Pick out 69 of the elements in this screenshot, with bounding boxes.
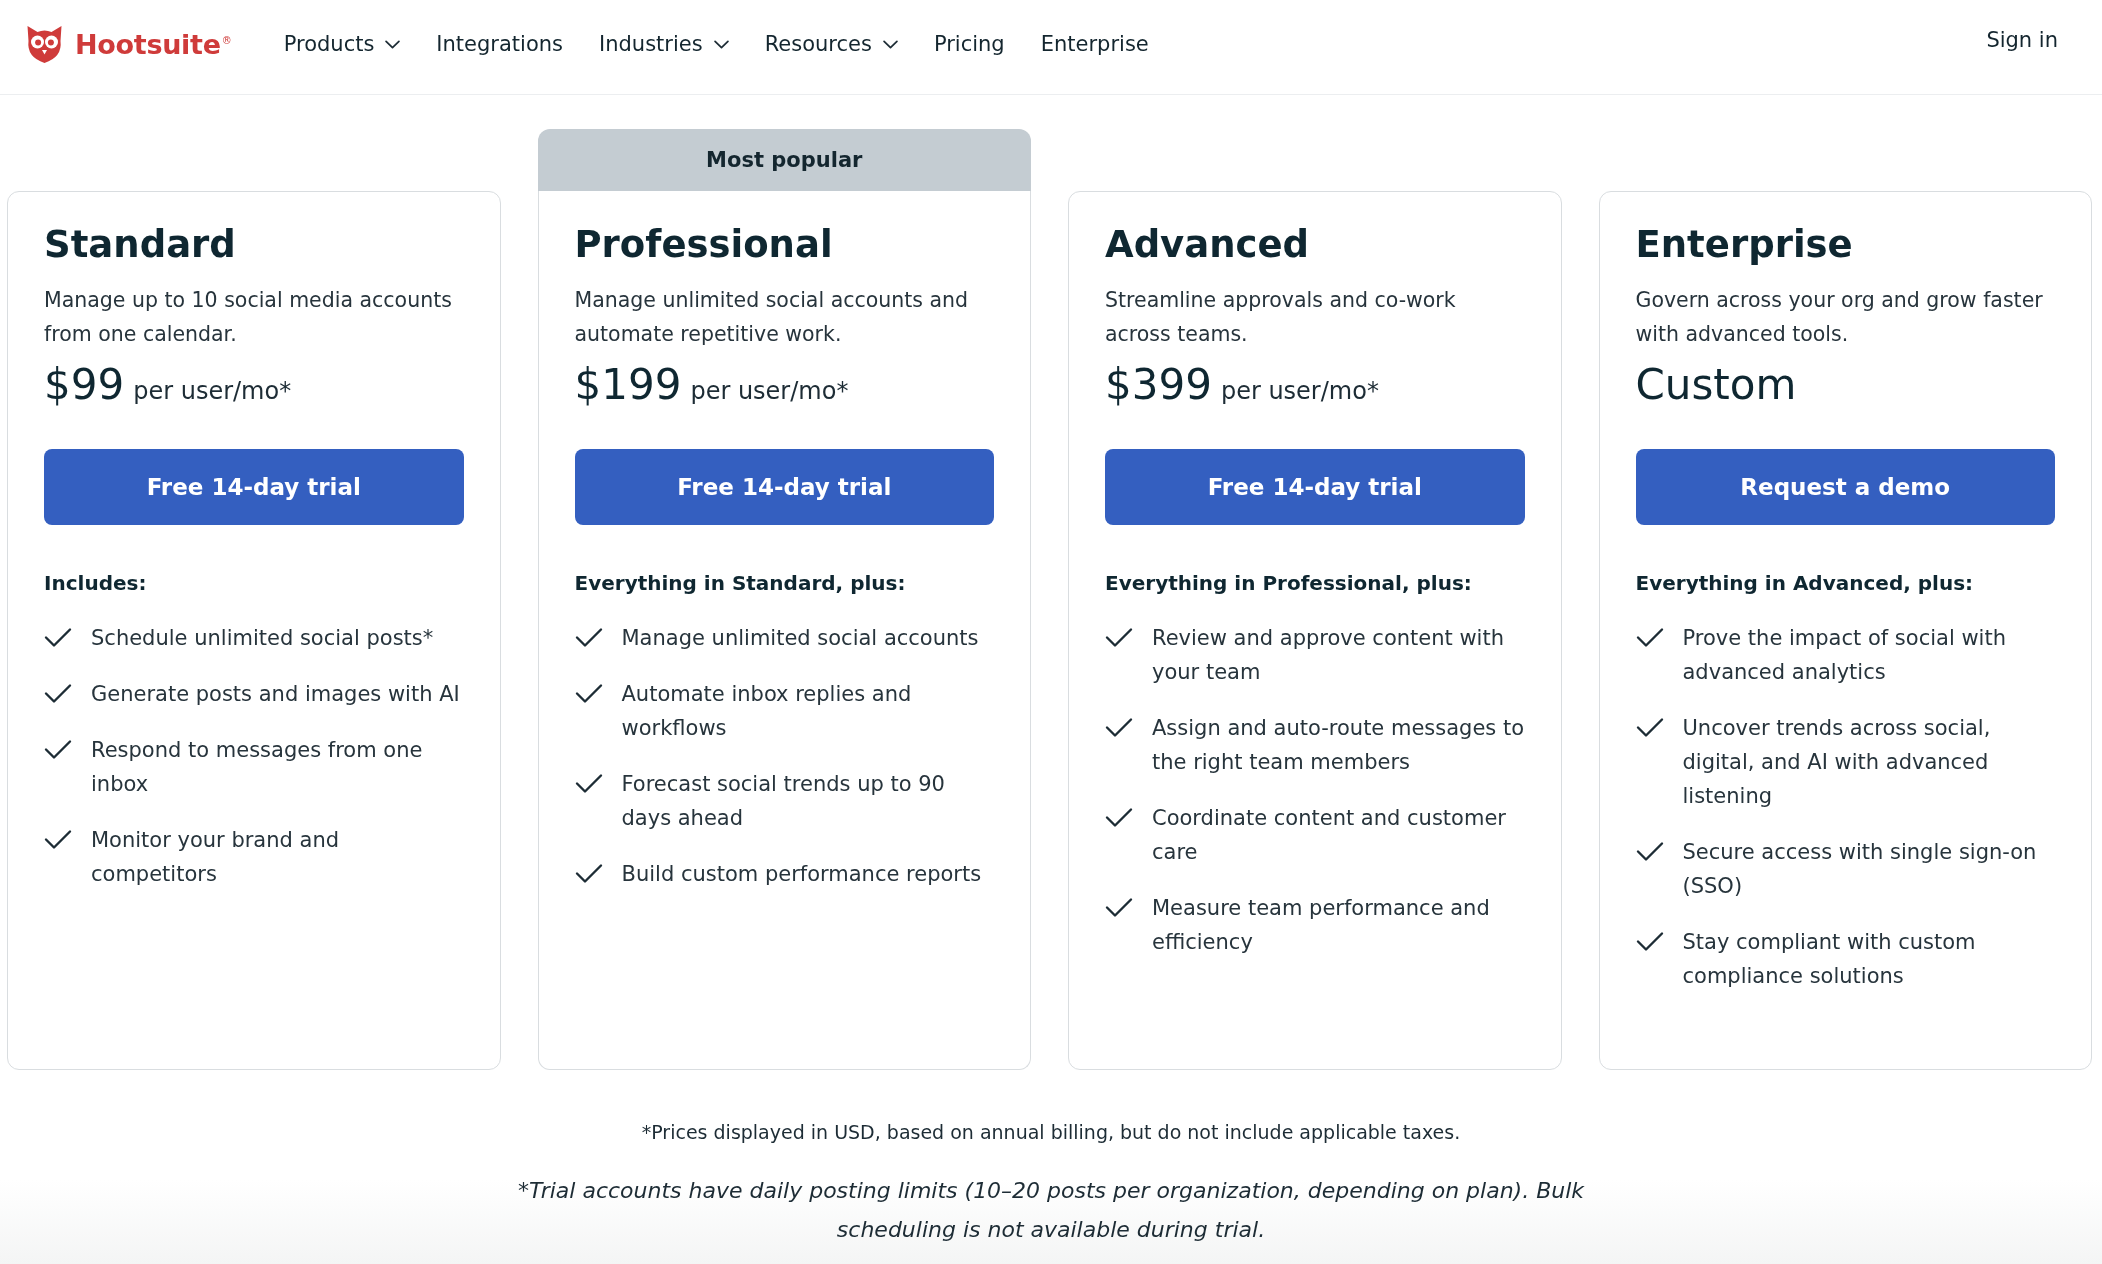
checkmark-icon (1105, 717, 1133, 738)
checkmark-icon (574, 683, 603, 704)
feature-text: Monitor your brand and competitors (91, 827, 341, 888)
cta-button[interactable]: Free 14-day trial (44, 449, 464, 525)
feature-text: Forecast social trends up to 90 days ahead (621, 771, 946, 832)
chevron-down-icon (385, 39, 401, 49)
plan-description: Manage unlimited social accounts and automate repetitive work. (574, 287, 970, 348)
feature-text: Measure team performance and efficiency (1152, 895, 1491, 956)
checkmark-icon (44, 829, 72, 850)
checkmark-icon (1105, 807, 1133, 828)
price-unit: per user/mo* (1220, 376, 1379, 407)
feature-text: Build custom performance reports (621, 861, 983, 888)
checkmark-icon (574, 773, 603, 794)
cta-button[interactable]: Request a demo (1635, 449, 2055, 525)
checkmark-icon (1105, 897, 1133, 918)
feature-text: Stay compliant with custom compliance solutions (1682, 929, 1977, 990)
checkmark-icon (1105, 627, 1133, 648)
feature-text: Schedule unlimited social posts* (91, 625, 435, 652)
feature-text: Uncover trends across social, digital, and AI with advanced listening (1682, 715, 1992, 810)
popular-badge: Most popular (537, 129, 1031, 191)
cta-button[interactable]: Free 14-day trial (1105, 449, 1525, 525)
features-heading: Includes: (44, 570, 148, 597)
nav-link[interactable]: Enterprise (1040, 32, 1149, 56)
checkmark-icon (44, 739, 72, 760)
nav-link[interactable]: Pricing (933, 32, 1005, 56)
chevron-down-icon (713, 39, 729, 49)
feature-text: Review and approve content with your team (1152, 625, 1505, 686)
nav-link[interactable]: Resources (764, 32, 898, 56)
feature-text: Manage unlimited social accounts (621, 625, 980, 652)
feature-text: Prove the impact of social with advanced analytics (1682, 625, 2007, 686)
features-heading: Everything in Advanced, plus: (1635, 570, 1975, 597)
chevron-down-icon (882, 39, 898, 49)
checkmark-icon (1635, 627, 1664, 648)
checkmark-icon (44, 627, 72, 648)
nav-link[interactable]: Integrations (436, 32, 563, 56)
logo[interactable]: Hootsuite® (24, 23, 232, 65)
checkmark-icon (574, 863, 603, 884)
feature-text: Assign and auto-route messages to the right team members (1152, 715, 1525, 776)
plan-name: Standard (44, 222, 237, 268)
checkmark-icon (1635, 717, 1664, 738)
checkmark-icon (44, 683, 72, 704)
price-amount: $399 (1105, 359, 1212, 411)
feature-text: Coordinate content and customer care (1152, 805, 1507, 866)
sign-in-link[interactable]: Sign in (1986, 28, 2058, 52)
feature-text: Respond to messages from one inbox (91, 737, 424, 798)
plan-description: Streamline approvals and co-work across teams. (1105, 287, 1457, 348)
feature-text: Secure access with single sign-on (SSO) (1682, 839, 2038, 900)
price-amount: Custom (1635, 359, 1797, 411)
price-amount: $199 (574, 359, 682, 411)
price-note: *Prices displayed in USD, based on annual billing, but do not include applicable taxes. (640, 1120, 1462, 1145)
nav-link[interactable]: Industries (599, 32, 729, 56)
price-unit: per user/mo* (133, 376, 292, 407)
plan-description: Govern across your org and grow faster with advanced tools. (1635, 287, 2044, 348)
features-heading: Everything in Standard, plus: (574, 570, 907, 597)
checkmark-icon (574, 627, 603, 648)
plan-name: Advanced (1105, 222, 1311, 268)
price-unit: per user/mo* (690, 376, 849, 407)
feature-text: Automate inbox replies and workflows (621, 681, 913, 742)
plan-name: Professional (574, 222, 834, 268)
nav-link[interactable]: Products (283, 32, 401, 56)
plan-name: Enterprise (1635, 222, 1854, 268)
cta-button[interactable]: Free 14-day trial (574, 449, 994, 525)
features-heading: Everything in Professional, plus: (1105, 570, 1473, 597)
feature-text: Generate posts and images with AI (91, 681, 461, 708)
plan-description: Manage up to 10 social media accounts from one calendar. (44, 287, 453, 348)
trial-note: *Trial accounts have daily posting limits (10–20 posts per organization, depending on plan). Bulk scheduling is not available during trial. (516, 1177, 1586, 1244)
checkmark-icon (1635, 841, 1664, 862)
price-amount: $99 (44, 359, 125, 411)
checkmark-icon (1635, 931, 1664, 952)
